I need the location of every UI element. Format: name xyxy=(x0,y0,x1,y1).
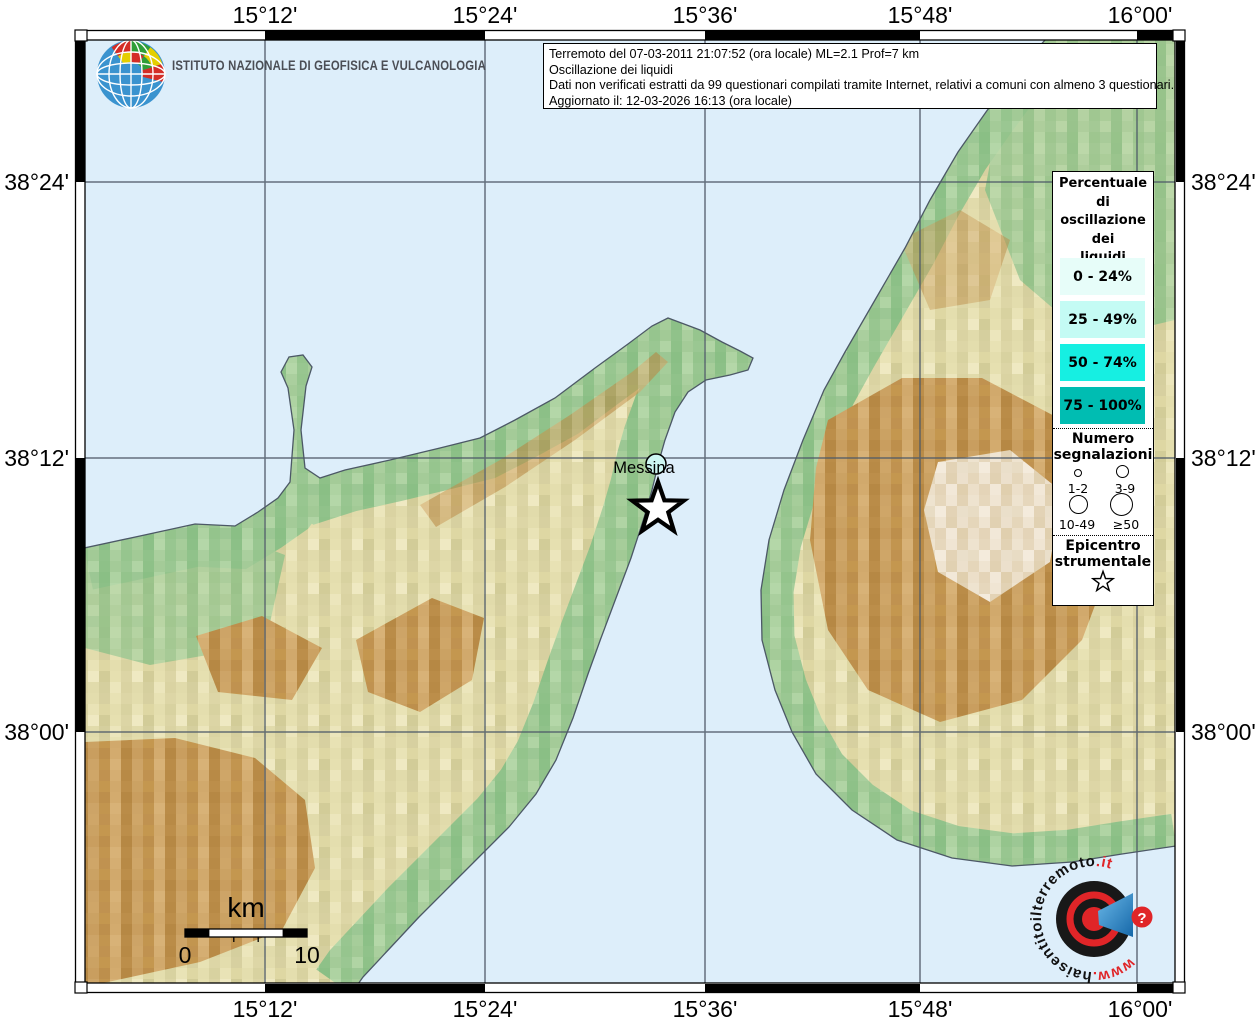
signals-title-line1: Numero xyxy=(1053,431,1153,447)
signal-label-1-2: 1-2 xyxy=(1058,481,1098,496)
axis-bottom-4: 16°00' xyxy=(1108,996,1173,1022)
signal-circle-50 xyxy=(1110,493,1133,516)
legend-swatch-50-74: 50 - 74% xyxy=(1060,344,1145,381)
axis-right-2: 38°00' xyxy=(1191,719,1255,745)
legend: Percentuale di oscillazione dei liquidi … xyxy=(1052,171,1154,606)
institute-name-line1: ISTITUTO NAZIONALE xyxy=(172,58,296,73)
axis-top-3: 15°48' xyxy=(888,2,953,28)
axis-top-2: 15°36' xyxy=(673,2,738,28)
institute-name-line2: DI GEOFISICA E VULCANOLOGIA xyxy=(299,58,486,73)
legend-title: Percentuale di oscillazione dei liquidi xyxy=(1053,175,1153,268)
legend-divider xyxy=(1053,535,1153,536)
legend-swatch-label: 0 - 24% xyxy=(1073,269,1132,285)
ingv-globe-icon xyxy=(97,40,165,108)
signal-circle-10-49 xyxy=(1069,495,1088,514)
event-updated: Aggiornato il: 12-03-2026 16:13 (ora loc… xyxy=(549,94,1151,110)
legend-swatch-75-100: 75 - 100% xyxy=(1060,387,1145,424)
epicenter-legend-star-icon xyxy=(1090,568,1116,598)
scale-start: 0 xyxy=(179,942,192,968)
signal-circle-3-9 xyxy=(1116,465,1129,478)
axis-left-1: 38°12' xyxy=(4,445,69,471)
page: { "colors": { "sea": "#ddeefa", "accent_… xyxy=(0,0,1255,1024)
scale-unit: km xyxy=(227,892,264,923)
event-info-box: Terremoto del 07-03-2011 21:07:52 (ora l… xyxy=(543,43,1157,109)
legend-title-line: di xyxy=(1053,194,1153,213)
signal-label-50: ≥50 xyxy=(1103,517,1149,532)
question-mark: ? xyxy=(1137,910,1146,927)
legend-title-line: Percentuale xyxy=(1053,175,1153,194)
event-data-note: Dati non verificati estratti da 99 quest… xyxy=(549,78,1151,94)
signals-title-line2: segnalazioni xyxy=(1053,447,1153,463)
signal-circle-1-2 xyxy=(1074,469,1082,477)
city-label-messina: Messina xyxy=(613,459,675,477)
institute-name: ISTITUTO NAZIONALE DI GEOFISICA E VULCAN… xyxy=(172,57,486,75)
legend-swatch-0-24: 0 - 24% xyxy=(1060,258,1145,295)
axis-bottom-2: 15°36' xyxy=(673,996,738,1022)
legend-swatch-label: 75 - 100% xyxy=(1063,398,1141,414)
axis-left-0: 38°24' xyxy=(4,169,69,195)
legend-title-line: dei xyxy=(1053,231,1153,250)
axis-bottom-0: 15°12' xyxy=(233,996,298,1022)
epicenter-title-line1: Epicentro xyxy=(1053,538,1153,554)
signal-label-10-49: 10-49 xyxy=(1055,517,1099,532)
scale-end: 10 xyxy=(294,942,320,968)
event-title: Terremoto del 07-03-2011 21:07:52 (ora l… xyxy=(549,47,1151,63)
axis-top-4: 16°00' xyxy=(1108,2,1173,28)
axis-right-1: 38°12' xyxy=(1191,445,1255,471)
legend-divider xyxy=(1053,428,1153,429)
legend-title-line: oscillazione xyxy=(1053,212,1153,231)
axis-top-1: 15°24' xyxy=(453,2,518,28)
axis-bottom-3: 15°48' xyxy=(888,996,953,1022)
axis-left-2: 38°00' xyxy=(4,719,69,745)
legend-swatch-label: 25 - 49% xyxy=(1068,312,1137,328)
axis-right-0: 38°24' xyxy=(1191,169,1255,195)
legend-swatch-25-49: 25 - 49% xyxy=(1060,301,1145,338)
axis-top-0: 15°12' xyxy=(233,2,298,28)
legend-swatch-label: 50 - 74% xyxy=(1068,355,1137,371)
event-subtitle: Oscillazione dei liquidi xyxy=(549,63,1151,79)
axis-bottom-1: 15°24' xyxy=(453,996,518,1022)
